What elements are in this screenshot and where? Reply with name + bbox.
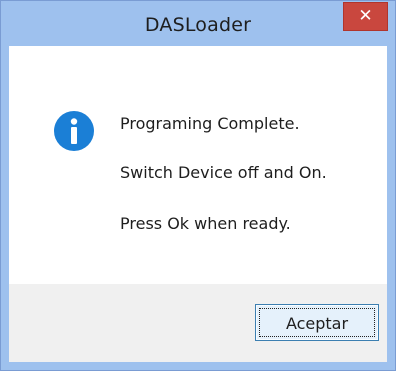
dialog-content: Programing Complete. Switch Device off a… (9, 46, 387, 284)
close-button[interactable]: ✕ (343, 2, 388, 31)
title-bar[interactable]: DASLoader ✕ (1, 1, 395, 46)
close-icon: ✕ (358, 6, 373, 26)
button-area: Aceptar (9, 284, 387, 362)
ok-button-label: Aceptar (285, 314, 349, 333)
message-line-1: Programing Complete. (120, 114, 300, 133)
window-title: DASLoader (144, 14, 252, 36)
message-line-3: Press Ok when ready. (120, 214, 291, 233)
info-icon (54, 111, 94, 151)
dialog-window: DASLoader ✕ Programing Complete. Switch … (0, 0, 396, 371)
message-line-2: Switch Device off and On. (120, 163, 327, 182)
ok-button[interactable]: Aceptar (255, 304, 379, 341)
